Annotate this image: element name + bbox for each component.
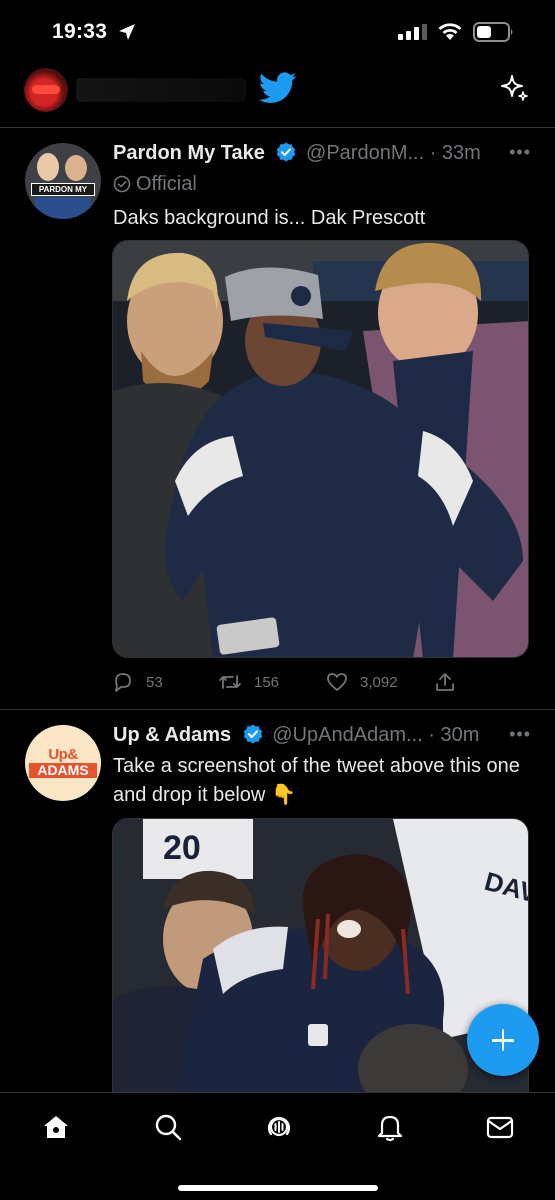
more-options-icon[interactable]: •••: [509, 724, 531, 745]
author-avatar[interactable]: PARDON MY TAKE: [25, 143, 101, 219]
notifications-icon[interactable]: [374, 1111, 406, 1143]
avatar-logo-text: Up&: [48, 746, 78, 763]
more-options-icon[interactable]: •••: [509, 142, 531, 163]
spaces-icon[interactable]: [263, 1111, 295, 1143]
tweet-timestamp: · 30m: [428, 724, 480, 746]
author-handle[interactable]: @PardonM...: [306, 142, 424, 164]
twitter-bird-icon[interactable]: [259, 72, 297, 104]
tweet-header: Pardon My Take @PardonM... · 33m: [113, 142, 535, 168]
cellular-signal-icon: [398, 24, 427, 40]
photo-sideline-players: 20 DAVIS: [113, 819, 528, 1092]
home-indicator[interactable]: [178, 1185, 378, 1191]
retweet-icon: [219, 675, 241, 689]
author-handle[interactable]: @UpAndAdam...: [272, 724, 422, 746]
timeline-header: [0, 62, 555, 128]
reply-count: 53: [146, 673, 163, 691]
compose-tweet-button[interactable]: [467, 1004, 539, 1076]
pointing-down-emoji: 👇: [271, 784, 297, 806]
official-text: Official: [136, 173, 197, 195]
tweet-timestamp: · 33m: [429, 142, 481, 164]
home-icon[interactable]: [40, 1111, 72, 1143]
tweet-photo[interactable]: [112, 240, 529, 658]
search-icon[interactable]: [152, 1111, 184, 1143]
location-arrow-icon: [119, 24, 135, 40]
official-badge-icon: [113, 175, 131, 193]
author-name[interactable]: Up & Adams: [113, 724, 231, 746]
bottom-tab-bar: [0, 1092, 555, 1200]
share-icon: [436, 673, 454, 691]
retweet-button[interactable]: 156: [218, 668, 279, 696]
photo-three-men: [113, 241, 528, 657]
share-button[interactable]: [434, 668, 468, 696]
author-avatar[interactable]: Up& ADAMS: [25, 725, 101, 801]
tweet-photo[interactable]: 20 DAVIS: [112, 818, 529, 1092]
tweet-header: Up & Adams @UpAndAdam... · 30m: [113, 724, 535, 750]
official-label: Official: [113, 173, 197, 196]
like-count: 3,092: [360, 673, 398, 691]
messages-icon[interactable]: [484, 1111, 516, 1143]
wifi-icon: [438, 23, 462, 40]
tweet-text-body: Take a screenshot of the tweet above thi…: [113, 755, 520, 806]
like-button[interactable]: 3,092: [326, 668, 398, 696]
redacted-area: [76, 78, 246, 102]
tweet-card[interactable]: PARDON MY TAKE Pardon My Take @PardonM..…: [0, 128, 555, 710]
reply-button[interactable]: 53: [112, 668, 163, 696]
tweet-text: Take a screenshot of the tweet above thi…: [113, 752, 531, 810]
svg-text:20: 20: [163, 829, 201, 867]
author-name[interactable]: Pardon My Take: [113, 142, 265, 164]
verified-badge-icon: [277, 142, 296, 162]
verified-badge-icon: [243, 724, 262, 744]
status-time: 19:33: [52, 20, 108, 43]
avatar-logo-text-2: ADAMS: [29, 763, 97, 778]
tweet-actions: 53 156 3,092: [112, 668, 529, 696]
avatar-logo-text: PARDON MY TAKE: [31, 183, 95, 205]
tweet-text: Daks background is... Dak Prescott: [113, 207, 426, 229]
profile-avatar-button[interactable]: [24, 68, 68, 112]
status-bar: 19:33: [0, 0, 555, 62]
reply-icon: [115, 673, 131, 692]
heart-icon: [327, 673, 347, 691]
retweet-count: 156: [254, 673, 280, 691]
battery-icon: [473, 22, 513, 42]
sparkle-icon[interactable]: [498, 73, 530, 105]
